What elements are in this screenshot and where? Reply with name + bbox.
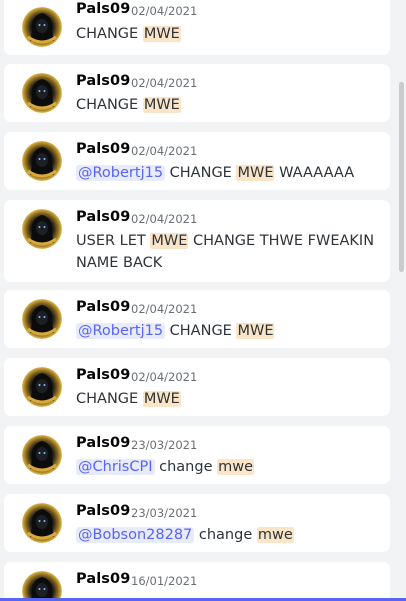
message-timestamp: 02/04/2021 bbox=[131, 4, 198, 18]
search-results-pane: Pals09 02/04/2021 CHANGE MWE Pals09 02/04/20… bbox=[0, 0, 406, 601]
search-highlight: mwe bbox=[217, 459, 255, 475]
avatar[interactable] bbox=[22, 73, 62, 113]
message-content: @Robertj15 CHANGE MWE bbox=[76, 320, 384, 342]
scrollbar-thumb[interactable] bbox=[399, 82, 404, 272]
message-result-card[interactable]: Pals09 23/03/2021 @Bobson28287 change mwe bbox=[4, 494, 390, 552]
message-author[interactable]: Pals09 bbox=[76, 503, 130, 519]
message-result-card[interactable]: Pals09 02/04/2021 CHANGE MWE bbox=[4, 358, 390, 416]
message-content: @Robertj15 CHANGE MWE WAAAAAA bbox=[76, 162, 384, 184]
search-highlight: MWE bbox=[236, 165, 275, 181]
message-text: CHANGE bbox=[76, 391, 143, 407]
message-timestamp: 02/04/2021 bbox=[131, 76, 198, 90]
message-author[interactable]: Pals09 bbox=[76, 73, 130, 89]
message-text: change bbox=[154, 459, 218, 475]
message-content: CHANGE MWE bbox=[76, 94, 384, 116]
message-author[interactable]: Pals09 bbox=[76, 141, 130, 157]
message-content: @ChrisCPI change mwe bbox=[76, 456, 384, 478]
message-timestamp: 02/04/2021 bbox=[131, 144, 198, 158]
search-highlight: MWE bbox=[142, 391, 181, 407]
message-content: CHANGE MWE bbox=[76, 388, 384, 410]
message-text: CHANGE bbox=[165, 165, 237, 181]
message-timestamp: 16/01/2021 bbox=[131, 574, 198, 588]
avatar[interactable] bbox=[22, 571, 62, 601]
message-result-card[interactable]: Pals09 02/04/2021 @Robertj15 CHANGE MWE WA… bbox=[4, 132, 390, 190]
message-timestamp: 02/04/2021 bbox=[131, 370, 198, 384]
message-author[interactable]: Pals09 bbox=[76, 209, 130, 225]
search-highlight: MWE bbox=[142, 26, 181, 42]
message-text: change bbox=[194, 527, 257, 543]
message-result-card[interactable]: Pals09 02/04/2021 CHANGE MWE bbox=[4, 0, 390, 55]
avatar[interactable] bbox=[22, 209, 62, 249]
message-text: WAAAAAA bbox=[274, 165, 355, 181]
message-author[interactable]: Pals09 bbox=[76, 367, 130, 383]
message-author[interactable]: Pals09 bbox=[76, 299, 130, 315]
message-text: USER LET bbox=[76, 233, 151, 249]
message-author[interactable]: Pals09 bbox=[76, 571, 130, 587]
message-timestamp: 23/03/2021 bbox=[131, 506, 198, 520]
message-author[interactable]: Pals09 bbox=[76, 435, 130, 451]
message-result-card[interactable]: Pals09 02/04/2021 CHANGE MWE bbox=[4, 64, 390, 122]
search-highlight: MWE bbox=[142, 97, 181, 113]
message-timestamp: 23/03/2021 bbox=[131, 438, 198, 452]
avatar[interactable] bbox=[22, 7, 62, 47]
message-content: CHANGE MWE bbox=[76, 23, 384, 45]
message-timestamp: 02/04/2021 bbox=[131, 302, 198, 316]
message-author[interactable]: Pals09 bbox=[76, 1, 130, 17]
avatar[interactable] bbox=[22, 299, 62, 339]
user-mention[interactable]: @ChrisCPI bbox=[76, 459, 155, 475]
message-result-card[interactable]: Pals09 02/04/2021 USER LET MWE CHANGE THWE… bbox=[4, 200, 390, 282]
message-result-card[interactable]: Pals09 02/04/2021 @Robertj15 CHANGE MWE bbox=[4, 290, 390, 348]
message-timestamp: 02/04/2021 bbox=[131, 212, 198, 226]
message-content: USER LET MWE CHANGE THWE FWEAKIN NAME BA… bbox=[76, 230, 384, 274]
search-highlight: MWE bbox=[236, 323, 275, 339]
message-text: CHANGE bbox=[76, 97, 143, 113]
avatar[interactable] bbox=[22, 503, 62, 543]
message-content: @Bobson28287 change mwe bbox=[76, 524, 384, 546]
message-result-card[interactable]: Pals09 16/01/2021 bbox=[4, 562, 390, 601]
search-highlight: mwe bbox=[256, 527, 294, 543]
message-text: CHANGE bbox=[165, 323, 237, 339]
user-mention[interactable]: @Bobson28287 bbox=[76, 527, 195, 543]
message-result-card[interactable]: Pals09 23/03/2021 @ChrisCPI change mwe bbox=[4, 426, 390, 484]
user-mention[interactable]: @Robertj15 bbox=[76, 165, 166, 181]
message-text: CHANGE bbox=[76, 26, 143, 42]
user-mention[interactable]: @Robertj15 bbox=[76, 323, 166, 339]
avatar[interactable] bbox=[22, 435, 62, 475]
avatar[interactable] bbox=[22, 367, 62, 407]
search-highlight: MWE bbox=[150, 233, 189, 249]
avatar[interactable] bbox=[22, 141, 62, 181]
